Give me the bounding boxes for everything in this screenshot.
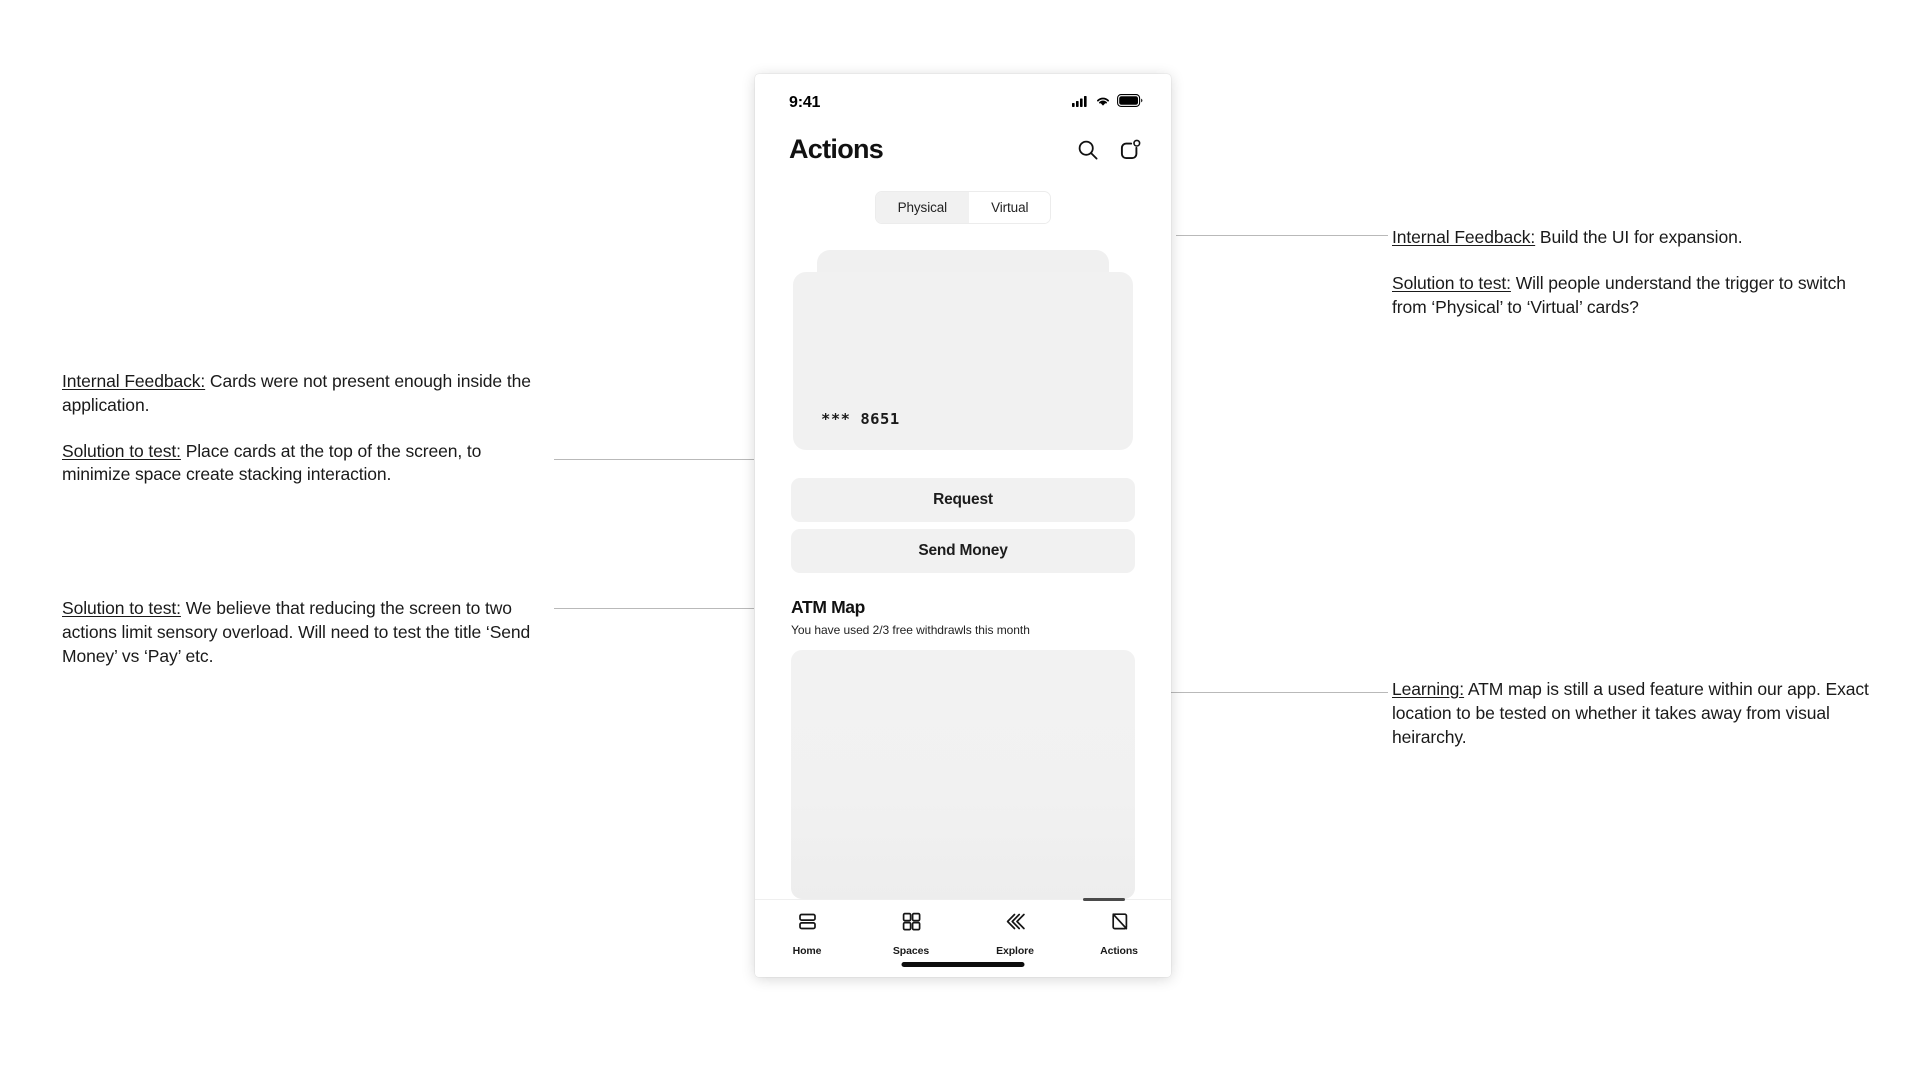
header-actions <box>1076 137 1143 163</box>
notification-badge-dot <box>1133 139 1141 147</box>
battery-icon <box>1117 94 1143 112</box>
annotation-label: Learning: <box>1392 679 1465 699</box>
status-bar: 9:41 <box>755 74 1171 122</box>
annotation-paragraph: Solution to test: We believe that reduci… <box>62 597 542 668</box>
annotation-label: Internal Feedback: <box>62 371 206 391</box>
annotation-label: Internal Feedback: <box>1392 227 1536 247</box>
home-rows-icon <box>796 910 819 938</box>
layers-chevron-icon <box>1002 910 1028 938</box>
diagonal-square-icon <box>1108 910 1131 938</box>
tab-spaces[interactable]: Spaces <box>859 910 963 957</box>
grid-icon <box>900 910 923 938</box>
connector-line-left-bottom <box>554 608 754 609</box>
home-indicator-bar[interactable] <box>901 962 1025 967</box>
annotation-right-top: Internal Feedback: Build the UI for expa… <box>1392 226 1862 319</box>
annotation-paragraph: Internal Feedback: Cards were not presen… <box>62 370 542 418</box>
tab-explore[interactable]: Explore <box>963 910 1067 957</box>
card-front[interactable]: *** 8651 <box>793 272 1133 450</box>
annotation-left-bottom: Solution to test: We believe that reduci… <box>62 597 542 668</box>
annotation-label: Solution to test: <box>62 598 181 618</box>
scroll-indicator[interactable] <box>1083 898 1125 901</box>
annotation-paragraph: Solution to test: Place cards at the top… <box>62 440 542 488</box>
cellular-signal-icon <box>1072 94 1089 112</box>
atm-map-section: ATM Map You have used 2/3 free withdrawl… <box>791 597 1135 901</box>
status-time: 9:41 <box>789 94 821 111</box>
tab-label: Spaces <box>892 945 930 957</box>
wifi-icon <box>1095 94 1111 112</box>
status-icons <box>1072 94 1143 112</box>
send-money-button[interactable]: Send Money <box>791 529 1135 573</box>
annotation-right-bottom: Learning: ATM map is still a used featur… <box>1392 678 1872 749</box>
annotation-label: Solution to test: <box>1392 272 1511 293</box>
tab-label: Explore <box>996 945 1034 957</box>
tab-label: Actions <box>1100 945 1138 957</box>
annotation-text: Build the UI for expansion. <box>1535 227 1743 247</box>
connector-line-right-top <box>1176 235 1388 236</box>
notification-icon[interactable] <box>1117 137 1143 163</box>
annotation-label: Solution to test: <box>62 440 181 461</box>
atm-map-title: ATM Map <box>791 597 866 617</box>
annotation-paragraph: Learning: ATM map is still a used featur… <box>1392 678 1872 749</box>
annotation-left-top: Internal Feedback: Cards were not presen… <box>62 370 542 487</box>
connector-line-left-top <box>554 459 754 460</box>
action-buttons: Request Send Money <box>791 478 1135 573</box>
segment-physical[interactable]: Physical <box>875 192 970 223</box>
page-header: Actions <box>755 122 1171 165</box>
card-number: *** 8651 <box>821 410 900 428</box>
search-icon[interactable] <box>1076 138 1100 162</box>
tab-actions[interactable]: Actions <box>1067 910 1171 957</box>
tab-home[interactable]: Home <box>755 910 859 957</box>
card-type-segmented-control[interactable]: Physical Virtual <box>874 191 1052 224</box>
atm-map-placeholder[interactable] <box>791 650 1135 899</box>
annotation-paragraph: Internal Feedback: Build the UI for expa… <box>1392 226 1862 250</box>
connector-line-right-bottom <box>1164 692 1388 693</box>
request-button[interactable]: Request <box>791 478 1135 522</box>
card-stack: *** 8651 <box>793 250 1133 450</box>
annotation-paragraph: Solution to test: Will people understand… <box>1392 272 1862 320</box>
tab-label: Home <box>792 945 822 957</box>
page-title: Actions <box>789 134 884 164</box>
phone-mockup: 9:41 Actions Physical Virtual *** 8651 R… <box>755 74 1171 977</box>
atm-map-subtitle: You have used 2/3 free withdrawls this m… <box>791 623 1030 637</box>
segmented-control-wrap: Physical Virtual <box>755 191 1171 224</box>
annotation-text: ATM map is still a used feature within o… <box>1392 679 1869 747</box>
segment-virtual[interactable]: Virtual <box>969 192 1051 223</box>
